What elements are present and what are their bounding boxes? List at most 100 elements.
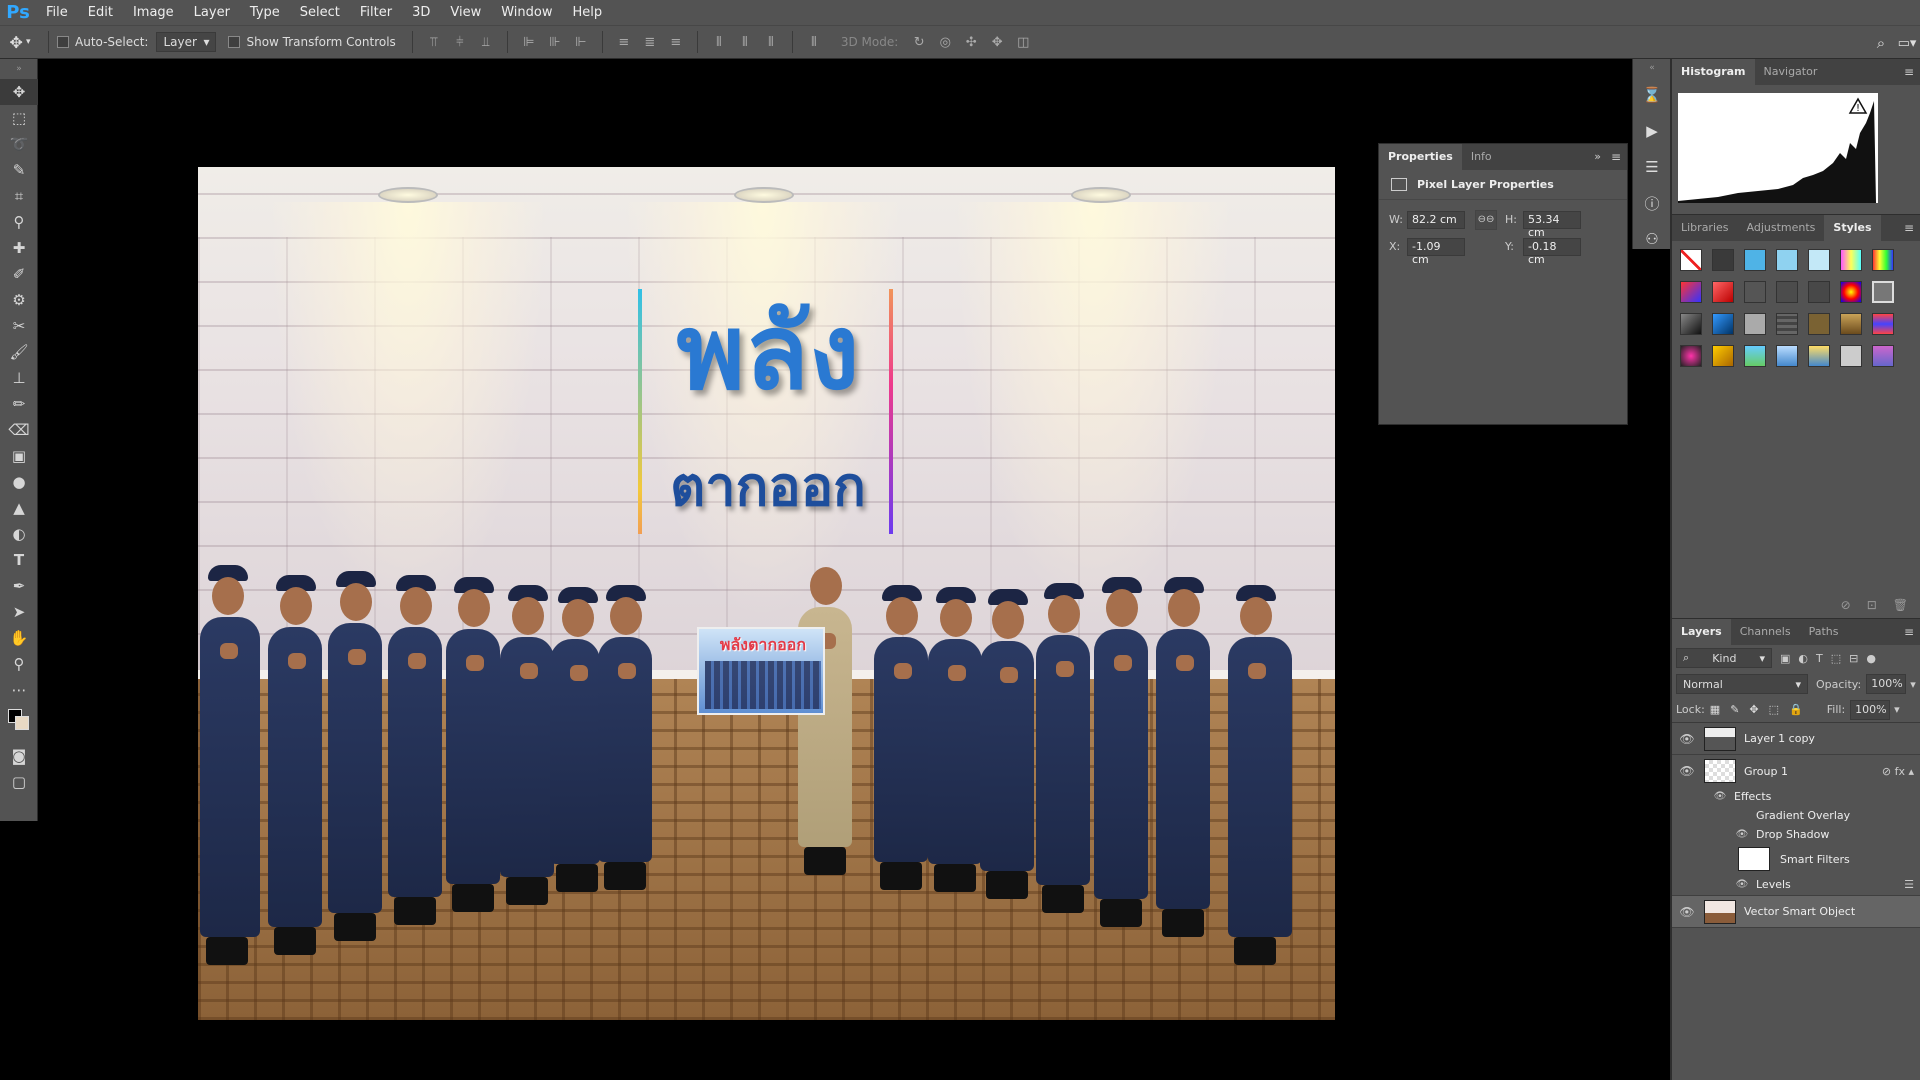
healing-brush-tool-icon[interactable]: ✚	[0, 235, 38, 261]
style-swatch[interactable]	[1808, 313, 1830, 335]
clone-source-icon[interactable]: ⚇	[1633, 221, 1671, 257]
lasso-tool-icon[interactable]: ➰	[0, 131, 38, 157]
panel-menu-icon[interactable]: ≡	[1611, 144, 1621, 170]
visibility-eye-icon[interactable]: 👁	[1734, 829, 1750, 840]
lock-artboard-icon[interactable]: ⬚	[1769, 703, 1779, 716]
trash-icon[interactable]: 🗑	[1893, 598, 1908, 612]
style-swatch[interactable]	[1744, 249, 1766, 271]
tab-channels[interactable]: Channels	[1731, 619, 1800, 645]
style-swatch[interactable]	[1712, 281, 1734, 303]
style-swatch[interactable]	[1840, 249, 1862, 271]
chevron-down-icon[interactable]: ▾	[1910, 678, 1916, 691]
width-field[interactable]: 82.2 cm	[1407, 210, 1465, 229]
style-swatch[interactable]	[1872, 313, 1894, 335]
tab-properties[interactable]: Properties	[1379, 144, 1462, 170]
distribute-top-icon[interactable]: ≡	[611, 32, 637, 52]
style-swatch[interactable]	[1872, 249, 1894, 271]
align-horizontal-center-icon[interactable]: ⊪	[542, 32, 568, 52]
panel-expand-icon[interactable]: «	[1633, 59, 1671, 77]
gradient-tool-icon[interactable]: ▣	[0, 443, 38, 469]
drop-shadow-row[interactable]: 👁 Drop Shadow	[1672, 825, 1920, 844]
style-swatch[interactable]	[1744, 313, 1766, 335]
tab-layers[interactable]: Layers	[1672, 619, 1731, 645]
visibility-eye-icon[interactable]: 👁	[1672, 764, 1702, 778]
align-right-icon[interactable]: ⊩	[568, 32, 594, 52]
style-swatch[interactable]	[1680, 281, 1702, 303]
distribute-right-icon[interactable]: ⦀	[758, 32, 784, 52]
distribute-left-icon[interactable]: ⦀	[706, 32, 732, 52]
align-vertical-center-icon[interactable]: ⫩	[447, 32, 473, 52]
type-filter-icon[interactable]: T	[1816, 652, 1823, 665]
align-left-icon[interactable]: ⊫	[516, 32, 542, 52]
style-swatch[interactable]	[1712, 313, 1734, 335]
menu-type[interactable]: Type	[240, 0, 290, 25]
distribute-horizontal-center-icon[interactable]: ⦀	[732, 32, 758, 52]
clear-style-icon[interactable]: ⊘	[1841, 598, 1851, 612]
document-canvas[interactable]: พลัง ตากออก พลังตากออก	[198, 167, 1335, 1020]
style-swatch[interactable]	[1776, 313, 1798, 335]
adjustment-filter-icon[interactable]: ◐	[1798, 652, 1808, 665]
eraser-tool-icon[interactable]: ⌫	[0, 417, 38, 443]
layer-name[interactable]: Layer 1 copy	[1744, 732, 1815, 745]
path-selection-tool-icon[interactable]: ➤	[0, 599, 38, 625]
move-tool-icon[interactable]: ✥	[0, 79, 38, 105]
brush-tool-icon[interactable]: ✐	[0, 261, 38, 287]
type-tool-icon[interactable]: T	[0, 547, 38, 573]
tab-paths[interactable]: Paths	[1800, 619, 1848, 645]
blend-mode-dropdown[interactable]: Normal ▾	[1676, 674, 1808, 694]
pen-tool-icon[interactable]: ✒	[0, 573, 38, 599]
visibility-eye-icon[interactable]: 👁	[1712, 791, 1728, 802]
3d-pan-icon[interactable]: ✣	[958, 32, 984, 52]
tab-styles[interactable]: Styles	[1824, 215, 1881, 241]
menu-layer[interactable]: Layer	[184, 0, 240, 25]
3d-orbit-icon[interactable]: ↻	[906, 32, 932, 52]
style-swatch[interactable]	[1776, 281, 1798, 303]
style-swatch[interactable]	[1872, 281, 1894, 303]
move-tool-preset-icon[interactable]: ✥ ▾	[0, 33, 40, 52]
workspace-icon[interactable]: ▭▾	[1894, 33, 1920, 53]
zoom-tool-icon[interactable]: ⚲	[0, 651, 38, 677]
menu-3d[interactable]: 3D	[402, 0, 440, 25]
align-bottom-icon[interactable]: ⫫	[473, 32, 499, 52]
marquee-tool-icon[interactable]: ⬚	[0, 105, 38, 131]
visibility-eye-icon[interactable]: 👁	[1672, 905, 1702, 919]
x-field[interactable]: -1.09 cm	[1407, 237, 1465, 266]
style-swatch[interactable]	[1744, 281, 1766, 303]
history-brush-tool-icon[interactable]: ✂	[0, 313, 38, 339]
visibility-eye-icon[interactable]: 👁	[1672, 732, 1702, 746]
lock-transparent-icon[interactable]: ▦	[1710, 703, 1720, 716]
style-swatch[interactable]	[1776, 345, 1798, 367]
style-swatch[interactable]	[1776, 249, 1798, 271]
style-swatch[interactable]	[1712, 345, 1734, 367]
show-transform-controls-checkbox[interactable]: Show Transform Controls	[228, 35, 396, 49]
background-color-icon[interactable]	[15, 716, 29, 730]
panel-collapse-icon[interactable]: »	[0, 59, 38, 79]
lock-position-icon[interactable]: ✥	[1749, 703, 1758, 716]
blur-tool-icon[interactable]: ●	[0, 469, 38, 495]
screen-mode-icon[interactable]: ▢	[0, 769, 38, 795]
tab-libraries[interactable]: Libraries	[1672, 215, 1738, 241]
3d-slide-icon[interactable]: ✥	[984, 32, 1010, 52]
style-swatch[interactable]	[1680, 313, 1702, 335]
style-swatch[interactable]	[1680, 345, 1702, 367]
levels-row[interactable]: 👁 Levels ☰	[1672, 874, 1920, 896]
search-icon[interactable]: ⌕	[1868, 33, 1894, 53]
auto-select-checkbox[interactable]: Auto-Select:	[57, 35, 148, 49]
dodge-tool-icon[interactable]: ◐	[0, 521, 38, 547]
paint-brush-tool-icon[interactable]: 🖌	[0, 339, 38, 365]
style-swatch[interactable]	[1808, 249, 1830, 271]
lock-all-icon[interactable]: 🔒	[1789, 703, 1803, 716]
style-swatch[interactable]	[1744, 345, 1766, 367]
smart-filters-row[interactable]: Smart Filters	[1672, 844, 1920, 874]
style-swatch[interactable]	[1840, 313, 1862, 335]
filter-toggle-icon[interactable]: ●	[1866, 652, 1876, 665]
lock-image-icon[interactable]: ✎	[1730, 703, 1739, 716]
panel-menu-icon[interactable]: ≡	[1904, 619, 1914, 645]
tab-histogram[interactable]: Histogram	[1672, 59, 1755, 85]
filter-kind-dropdown[interactable]: ⌕ Kind ▾	[1676, 648, 1772, 668]
menu-window[interactable]: Window	[491, 0, 562, 25]
filter-blending-options-icon[interactable]: ☰	[1904, 878, 1914, 891]
effects-row[interactable]: 👁 Effects	[1672, 787, 1920, 806]
layer-row[interactable]: 👁 Group 1 ⊘ fx ▴	[1672, 755, 1920, 787]
smart-object-fx-icon[interactable]: ⊘ fx ▴	[1882, 765, 1914, 778]
